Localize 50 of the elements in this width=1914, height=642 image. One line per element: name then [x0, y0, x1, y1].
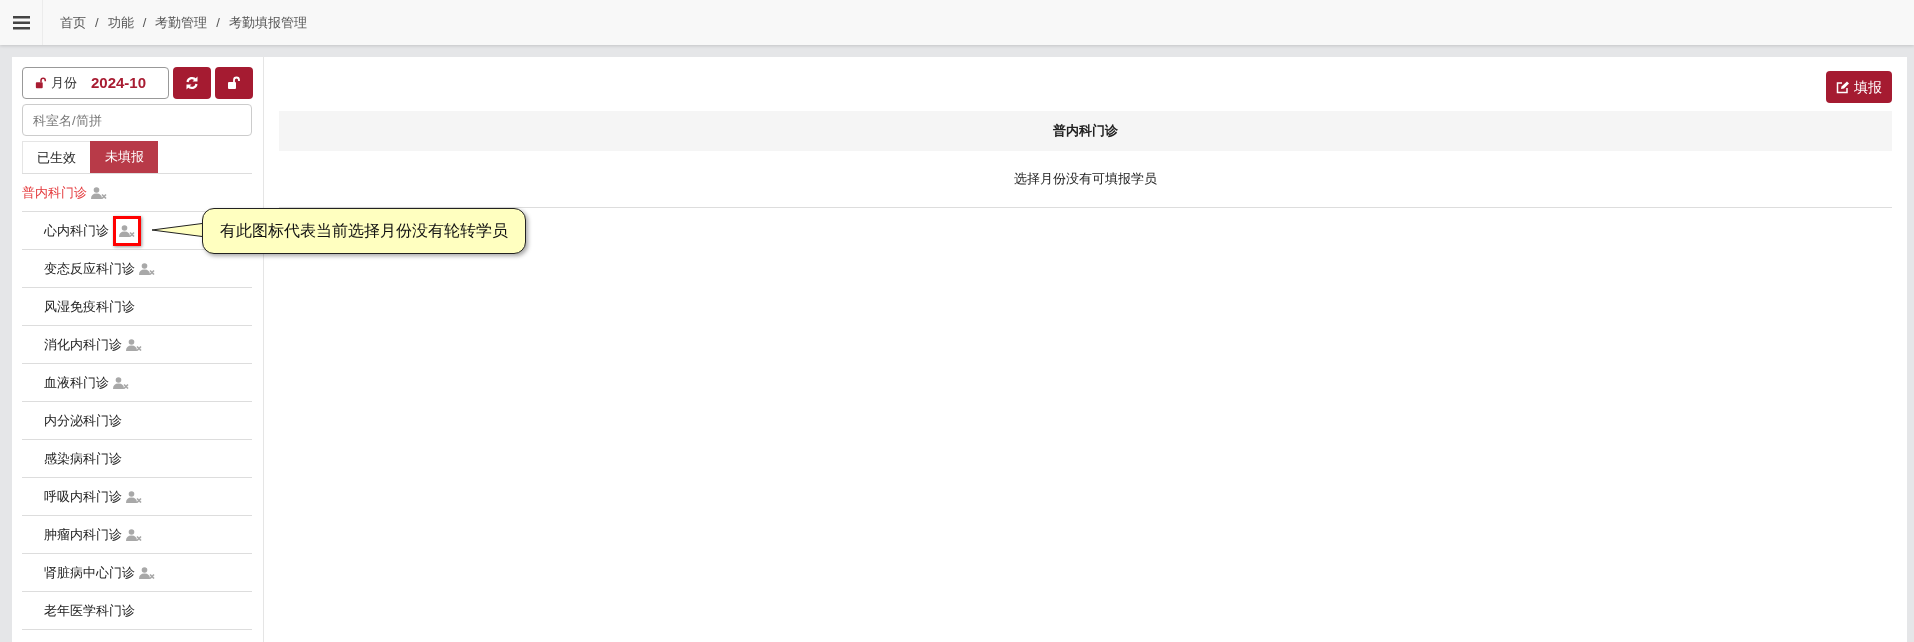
- department-item[interactable]: 肿瘤内科门诊: [22, 516, 252, 554]
- unlock-icon: [227, 76, 242, 90]
- search-field[interactable]: 科室名/简拼: [22, 104, 252, 136]
- department-name: 肾脏病中心门诊: [44, 563, 135, 582]
- department-name: 肿瘤内科门诊: [44, 525, 122, 544]
- breadcrumb-item: 考勤填报管理: [228, 13, 307, 32]
- edit-icon: [1836, 80, 1849, 94]
- department-name: 内分泌科门诊: [44, 411, 122, 430]
- table-header-cell: 普内科门诊: [279, 111, 1892, 151]
- refresh-icon: [185, 76, 200, 90]
- callout-tooltip: 有此图标代表当前选择月份没有轮转学员: [202, 208, 526, 254]
- refresh-button[interactable]: [173, 67, 212, 99]
- user-x-icon: [113, 376, 129, 389]
- department-name: 感染病科门诊: [44, 449, 122, 468]
- user-x-icon: [91, 186, 107, 199]
- department-item[interactable]: 消化内科门诊: [22, 326, 252, 364]
- empty-message: 选择月份没有可填报学员: [279, 151, 1892, 208]
- department-item[interactable]: 老年医学科门诊: [22, 592, 252, 630]
- department-name: 普内科门诊: [22, 183, 87, 202]
- department-item[interactable]: 肾脏病中心门诊: [22, 554, 252, 592]
- department-item[interactable]: 风湿免疫科门诊: [22, 288, 252, 326]
- department-name: 血液科门诊: [44, 373, 109, 392]
- department-name: 老年医学科门诊: [44, 601, 135, 620]
- breadcrumb-separator: /: [142, 13, 147, 32]
- user-x-icon: [119, 224, 135, 237]
- month-picker[interactable]: 月份 2024-10: [22, 67, 170, 99]
- department-item[interactable]: 内分泌科门诊: [22, 402, 252, 440]
- fill-button[interactable]: 填报: [1826, 71, 1892, 103]
- department-name: 变态反应科门诊: [44, 259, 135, 278]
- breadcrumb-item[interactable]: 首页: [60, 12, 86, 33]
- department-name: 消化内科门诊: [44, 335, 122, 354]
- department-name: 心内科门诊: [44, 221, 109, 240]
- breadcrumb-item[interactable]: 功能: [107, 12, 134, 33]
- user-x-icon: [126, 528, 142, 541]
- breadcrumb-separator: /: [216, 13, 220, 32]
- department-name: 风湿免疫科门诊: [44, 297, 135, 316]
- tab[interactable]: 未填报: [90, 141, 158, 173]
- department-item[interactable]: 感染病科门诊: [22, 440, 252, 478]
- user-x-icon: [126, 490, 142, 503]
- unlock-icon: [35, 77, 47, 89]
- breadcrumb-separator: /: [95, 13, 99, 32]
- department-item[interactable]: 呼吸内科门诊: [22, 478, 252, 516]
- department-item[interactable]: 血液科门诊: [22, 364, 252, 402]
- department-name: 呼吸内科门诊: [44, 487, 122, 506]
- unlock-button[interactable]: [215, 67, 253, 99]
- user-x-icon: [139, 262, 155, 275]
- breadcrumb-item[interactable]: 考勤管理: [155, 12, 208, 33]
- user-x-icon: [126, 338, 142, 351]
- user-x-icon: [139, 566, 155, 579]
- tab[interactable]: 已生效: [22, 141, 90, 173]
